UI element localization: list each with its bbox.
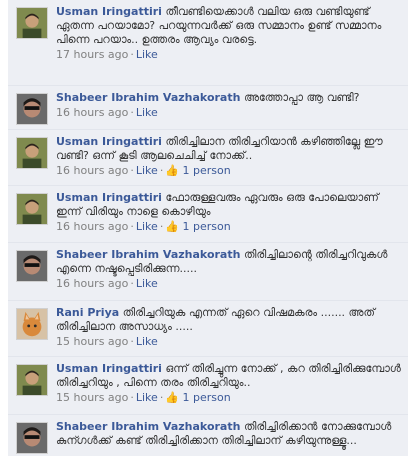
comment: Shabeer Ibrahim Vazhakorath തിരിച്ചിരിക്… bbox=[8, 415, 408, 456]
comment-time[interactable]: 15 hours ago bbox=[56, 335, 128, 348]
like-count[interactable]: 1 person bbox=[183, 220, 231, 233]
comment: Shabeer Ibrahim Vazhakorath അത്തോപ്പാ ആ … bbox=[8, 86, 408, 130]
comment-time[interactable]: 16 hours ago bbox=[56, 220, 128, 233]
comment-time[interactable]: 17 hours ago bbox=[56, 48, 128, 61]
profile-photo-icon bbox=[17, 94, 47, 124]
comment-meta: 16 hours ago · Like bbox=[56, 277, 158, 290]
avatar[interactable] bbox=[16, 422, 48, 454]
comment-meta: 16 hours ago · Like bbox=[56, 106, 158, 119]
comment-author[interactable]: Shabeer Ibrahim Vazhakorath bbox=[56, 420, 240, 433]
comment-meta: 16 hours ago · Like · 👍 1 person bbox=[56, 164, 231, 177]
like-link[interactable]: Like bbox=[136, 164, 158, 177]
avatar[interactable] bbox=[16, 7, 48, 39]
thumbs-up-icon[interactable]: 👍 bbox=[165, 220, 179, 233]
like-link[interactable]: Like bbox=[136, 277, 158, 290]
profile-photo-icon bbox=[17, 423, 47, 453]
comment: Shabeer Ibrahim Vazhakorath തിരിച്ചിലാന്… bbox=[8, 243, 408, 301]
avatar[interactable] bbox=[16, 364, 48, 396]
cat-photo-icon bbox=[17, 309, 47, 339]
comment-meta: 15 hours ago · Like bbox=[56, 335, 158, 348]
comment: Usman Iringattiri തീവണ്ടിയെക്കാൾ വലിയ ഒര… bbox=[8, 0, 408, 86]
avatar[interactable] bbox=[16, 137, 48, 169]
like-link[interactable]: Like bbox=[136, 106, 158, 119]
comment: Usman Iringattiri ഫോരുള്ളവരും ഏവരും ഒരു … bbox=[8, 186, 408, 243]
thumbs-up-icon[interactable]: 👍 bbox=[165, 164, 179, 177]
profile-photo-icon bbox=[17, 194, 47, 224]
comment: Usman Iringattiri ഒന്ന് തിരിച്ചുന്ന നോക്… bbox=[8, 357, 408, 415]
comment-author[interactable]: Usman Iringattiri bbox=[56, 135, 162, 148]
comment-time[interactable]: 16 hours ago bbox=[56, 106, 128, 119]
comment-meta: 15 hours ago · Like · 👍 1 person bbox=[56, 391, 231, 404]
comment-author[interactable]: Shabeer Ibrahim Vazhakorath bbox=[56, 248, 240, 261]
avatar[interactable] bbox=[16, 308, 48, 340]
comment-time[interactable]: 16 hours ago bbox=[56, 277, 128, 290]
profile-photo-icon bbox=[17, 138, 47, 168]
comment: Usman Iringattiri തിരിച്ചിലാന തിരിച്ചറിയ… bbox=[8, 130, 408, 186]
comment-author[interactable]: Usman Iringattiri bbox=[56, 191, 162, 204]
like-link[interactable]: Like bbox=[136, 48, 158, 61]
profile-photo-icon bbox=[17, 365, 47, 395]
like-link[interactable]: Like bbox=[136, 220, 158, 233]
comment-thread: Usman Iringattiri തീവണ്ടിയെക്കാൾ വലിയ ഒര… bbox=[0, 0, 417, 456]
comment-meta: 17 hours ago · Like bbox=[56, 48, 158, 61]
comment: Rani Priya തിരിച്ചറിയുക എന്നത് ഏറെ വിഷമക… bbox=[8, 301, 408, 357]
avatar[interactable] bbox=[16, 250, 48, 282]
comment-time[interactable]: 15 hours ago bbox=[56, 391, 128, 404]
avatar[interactable] bbox=[16, 193, 48, 225]
comment-author[interactable]: Rani Priya bbox=[56, 306, 119, 319]
comment-text: അത്തോപ്പാ ആ വണ്ടി? bbox=[243, 91, 360, 104]
thumbs-up-icon[interactable]: 👍 bbox=[165, 391, 179, 404]
avatar[interactable] bbox=[16, 93, 48, 125]
like-count[interactable]: 1 person bbox=[183, 391, 231, 404]
comment-author[interactable]: Shabeer Ibrahim Vazhakorath bbox=[56, 91, 240, 104]
like-count[interactable]: 1 person bbox=[183, 164, 231, 177]
comment-author[interactable]: Usman Iringattiri bbox=[56, 5, 162, 18]
profile-photo-icon bbox=[17, 251, 47, 281]
profile-photo-icon bbox=[17, 8, 47, 38]
comment-meta: 16 hours ago · Like · 👍 1 person bbox=[56, 220, 231, 233]
like-link[interactable]: Like bbox=[136, 391, 158, 404]
comment-author[interactable]: Usman Iringattiri bbox=[56, 362, 162, 375]
like-link[interactable]: Like bbox=[136, 335, 158, 348]
comment-time[interactable]: 16 hours ago bbox=[56, 164, 128, 177]
